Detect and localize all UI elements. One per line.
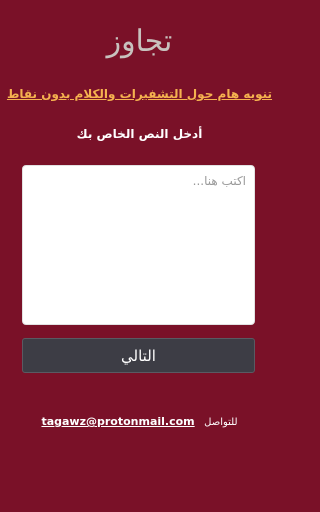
contact-label: للتواصل [204,417,238,428]
contact-row: للتواصل tagawz@protonmail.com [0,414,279,431]
app-logo: تجاوز [106,24,173,59]
text-input[interactable] [22,165,255,325]
notice-link[interactable]: تنويه هام حول التشفيرات والكلام بدون نقا… [0,86,279,102]
contact-email-link[interactable]: tagawz@protonmail.com [41,415,194,428]
next-button[interactable]: التالي [22,338,255,373]
input-prompt-label: أدخل النص الخاص بك [76,127,203,141]
